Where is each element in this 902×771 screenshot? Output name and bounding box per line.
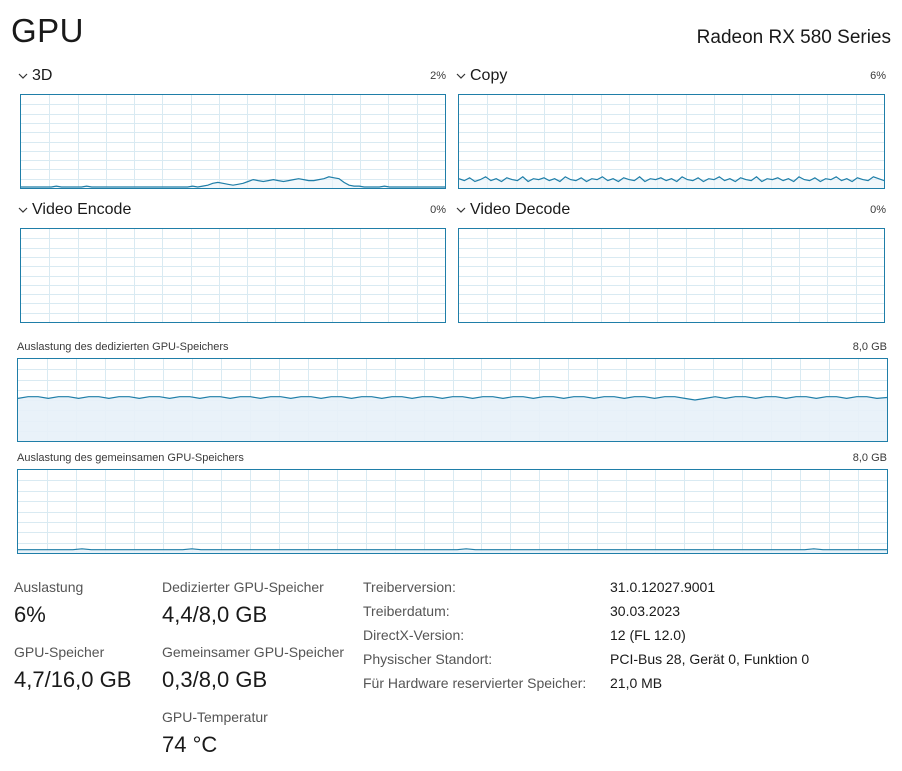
gpu-temperature-label: GPU-Temperatur [162,709,268,725]
engine-percent-3d: 2% [430,70,446,82]
dedicated-memory-graph-label: Auslastung des dedizierten GPU-Speichers [17,341,229,353]
series-area [18,396,887,441]
graph-shared-memory-canvas [18,470,887,553]
engine-label-3d: 3D [32,67,53,84]
shared-memory-graph-label: Auslastung des gemeinsamen GPU-Speichers [17,452,244,464]
engine-selector-video-encode[interactable]: Video Encode [18,201,131,219]
driver-date-label: Treiberdatum: [363,603,450,619]
series-line [18,548,887,551]
graph-3d-canvas [21,95,445,188]
device-name: Radeon RX 580 Series [696,27,891,48]
engine-selector-copy[interactable]: Copy [456,67,507,85]
utilization-label: Auslastung [14,579,84,595]
directx-version-value: 12 (FL 12.0) [610,627,686,643]
chevron-down-icon [18,207,28,213]
graph-video-decode [458,228,885,323]
page-title: GPU [11,12,85,49]
engine-label-copy: Copy [470,67,508,84]
gpu-temperature-value: 74 °C [162,732,218,757]
driver-version-value: 31.0.12027.9001 [610,579,716,595]
reserved-memory-label: Für Hardware reservierter Speicher: [363,675,587,691]
engine-percent-video-encode: 0% [430,204,446,216]
graph-video-decode-canvas [459,229,884,322]
graph-video-encode-canvas [21,229,445,322]
graph-dedicated-memory-canvas [18,359,887,441]
chevron-down-icon [18,73,28,79]
engine-percent-copy: 6% [870,70,886,82]
gpu-memory-label: GPU-Speicher [14,644,105,660]
dedicated-memory-graph-max: 8,0 GB [852,341,887,353]
engine-label-video-encode: Video Encode [32,201,132,218]
utilization-value: 6% [14,602,46,627]
graph-dedicated-memory [17,358,888,442]
graph-video-encode [20,228,446,323]
shared-memory-label: Gemeinsamer GPU-Speicher [162,644,345,660]
physical-location-label: Physischer Standort: [363,651,493,667]
shared-memory-value: 0,3/8,0 GB [162,667,268,692]
engine-label-video-decode: Video Decode [470,201,571,218]
gpu-memory-value: 4,7/16,0 GB [14,667,132,692]
graph-copy [458,94,885,189]
graph-copy-canvas [459,95,884,188]
series-line [21,176,445,188]
engine-percent-video-decode: 0% [870,204,886,216]
graph-3d [20,94,446,189]
shared-memory-graph-max: 8,0 GB [852,452,887,464]
dedicated-memory-value: 4,4/8,0 GB [162,602,268,627]
chevron-down-icon [456,73,466,79]
graph-shared-memory [17,469,888,554]
engine-selector-video-decode[interactable]: Video Decode [456,201,570,219]
dedicated-memory-label: Dedizierter GPU-Speicher [162,579,324,595]
physical-location-value: PCI-Bus 28, Gerät 0, Funktion 0 [610,651,810,667]
chevron-down-icon [456,207,466,213]
reserved-memory-value: 21,0 MB [610,675,663,691]
engine-selector-3d[interactable]: 3D [18,67,52,85]
directx-version-label: DirectX-Version: [363,627,465,643]
driver-version-label: Treiberversion: [363,579,456,595]
driver-date-value: 30.03.2023 [610,603,681,619]
